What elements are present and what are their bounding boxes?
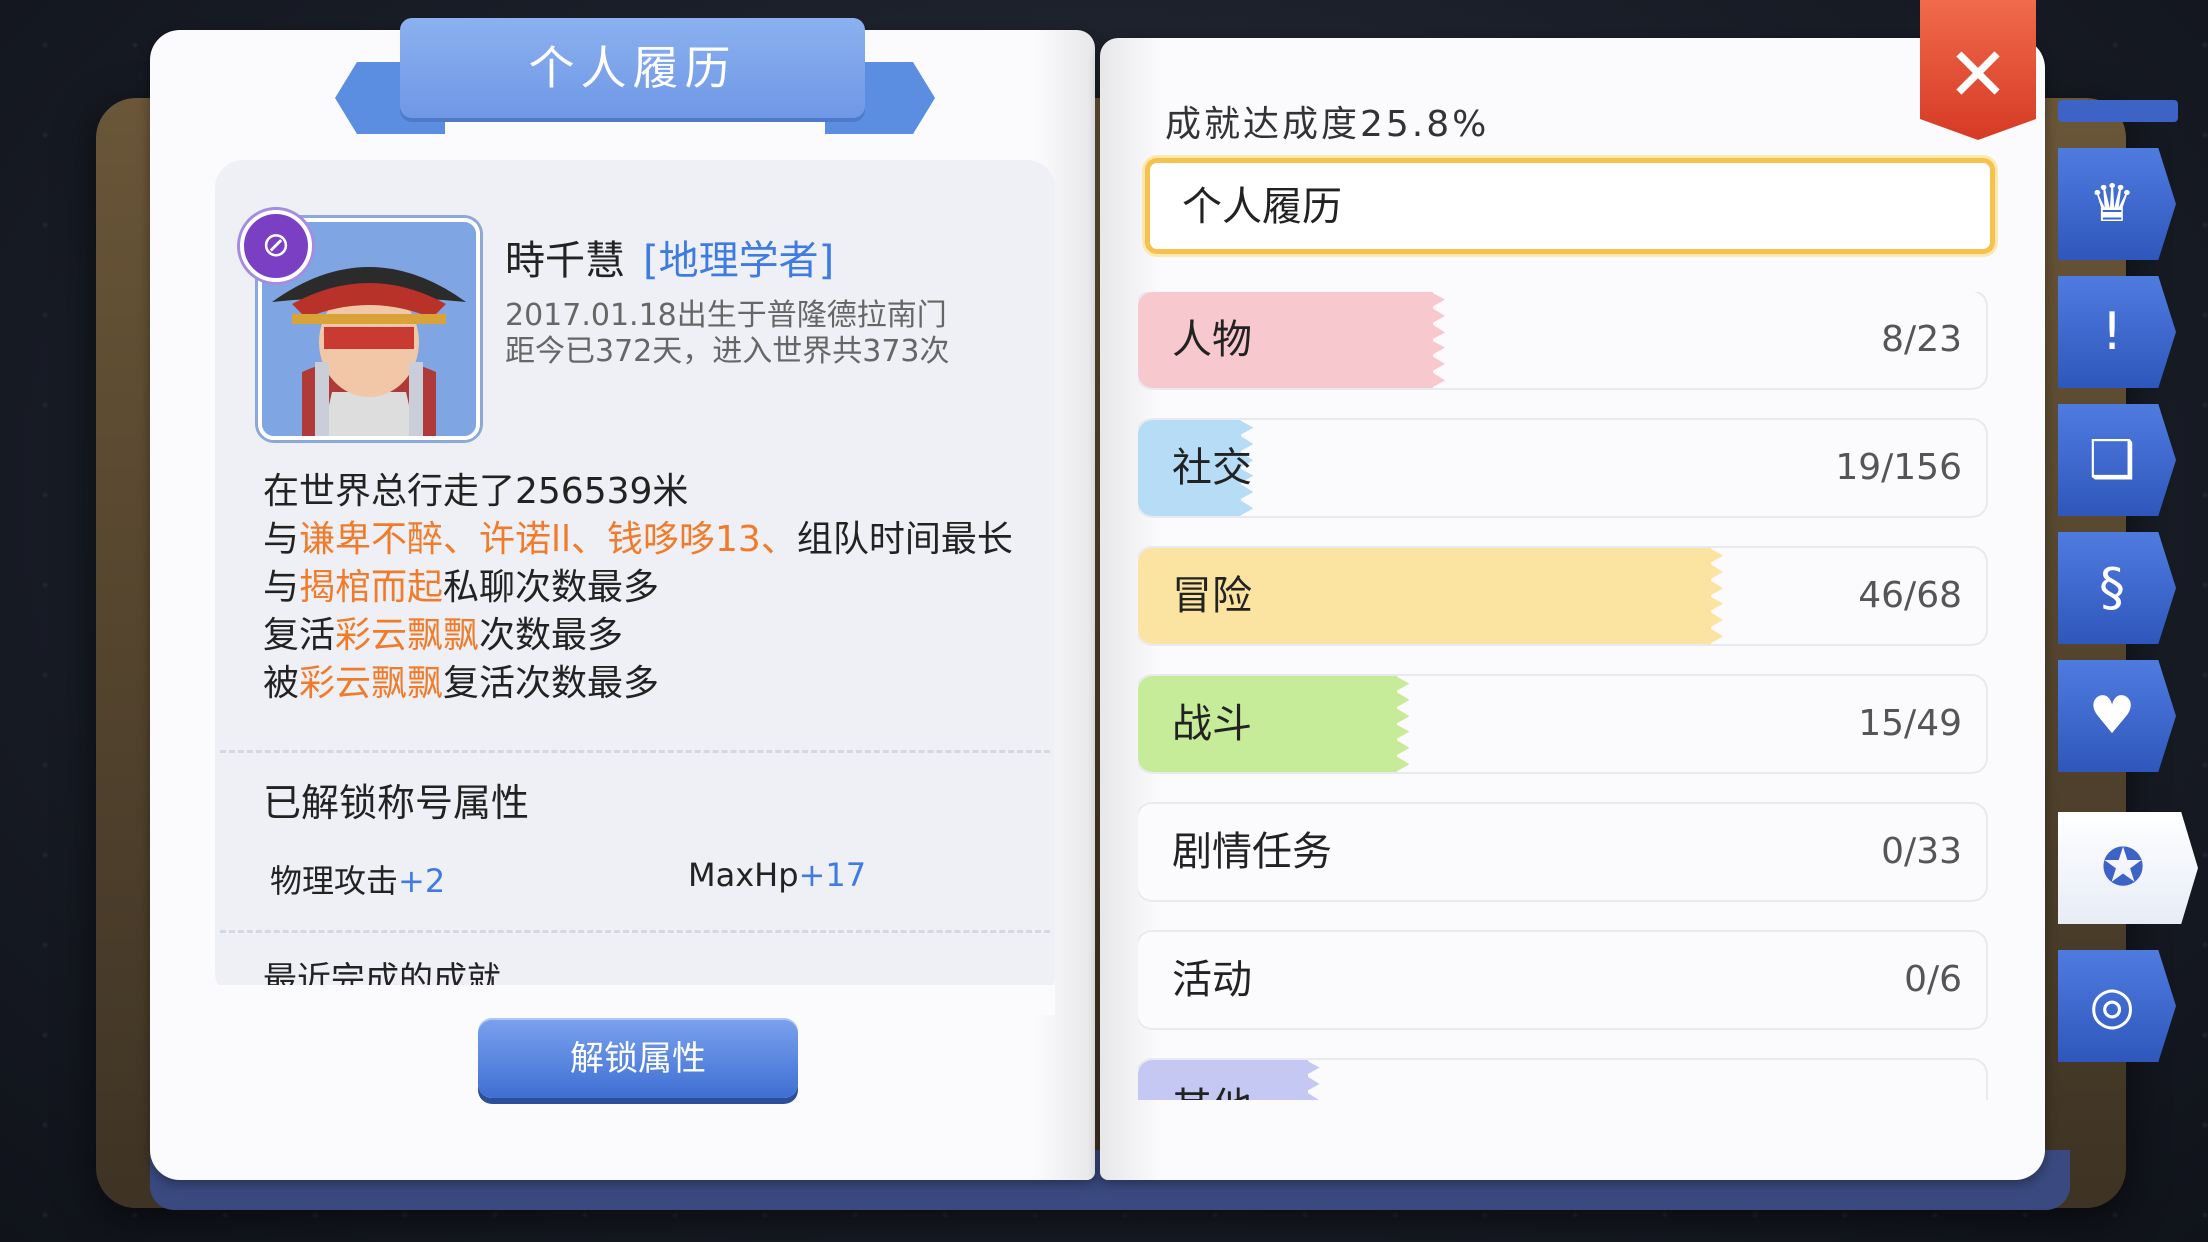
walk-distance: 在世界总行走了256539米 (263, 471, 689, 512)
revive-stat: 复活彩云飘飘次数最多 (263, 612, 1013, 660)
attr-name: 物理攻击 (270, 862, 399, 900)
attr-name: MaxHp (688, 856, 799, 894)
close-icon: ✕ (1946, 32, 2009, 118)
revive-name[interactable]: 彩云飘飘 (335, 615, 479, 656)
chat-suffix: 私聊次数最多 (443, 567, 660, 608)
category-label: 剧情任务 (1172, 829, 1332, 875)
category-count: 0/6 (1904, 959, 1962, 1000)
team-names[interactable]: 谦卑不醉、许诺ll、钱哆哆13、 (299, 519, 797, 560)
side-tab-chef[interactable]: ♛ (2058, 148, 2176, 260)
category-label: 战斗 (1172, 701, 1252, 747)
briefcase-heart-icon: ♥ (2088, 686, 2136, 746)
close-button[interactable]: ✕ (1920, 0, 2036, 140)
chef-hat-icon: ♛ (2088, 174, 2136, 234)
category-row-story[interactable]: 剧情任务 0/33 (1138, 804, 1986, 900)
category-count: 46/68 (1858, 575, 1962, 616)
revived-name[interactable]: 彩云飘飘 (299, 663, 443, 704)
category-label: 活动 (1172, 957, 1252, 1003)
card-icon: § (2099, 558, 2125, 618)
achievement-rate: 成就达成度25.8% (1165, 104, 1490, 145)
character-name: 時千慧 (505, 238, 625, 284)
side-tab-alert[interactable]: ! (2058, 276, 2176, 388)
target-icon: ◎ (2089, 976, 2135, 1036)
open-book-icon: ❑ (2088, 430, 2136, 490)
revived-suffix: 复活次数最多 (443, 663, 660, 704)
category-label: 冒险 (1172, 573, 1252, 619)
character-job: [地理学者] (643, 238, 835, 284)
current-tab-selected[interactable]: 个人履历 (1145, 158, 1995, 254)
chat-prefix: 与 (263, 567, 300, 608)
category-row-other[interactable]: 其他 (1138, 1060, 1986, 1100)
page-title: 个人履历 (528, 41, 737, 95)
side-tab-briefcase[interactable]: ♥ (2058, 660, 2176, 772)
scroll-clip (215, 985, 1055, 1015)
revived-stat: 被彩云飘飘复活次数最多 (263, 660, 1013, 708)
category-list[interactable]: 人物 8/23 社交 19/156 冒险 46/68 战斗 15/49 剧情任务… (1138, 292, 1988, 1100)
revive-suffix: 次数最多 (479, 615, 624, 656)
category-label: 人物 (1172, 317, 1252, 363)
category-row-event[interactable]: 活动 0/6 (1138, 932, 1986, 1028)
birth-info: 2017.01.18出生于普隆德拉南门 (505, 298, 947, 333)
category-count: 15/49 (1858, 703, 1962, 744)
chat-stat: 与揭棺而起私聊次数最多 (263, 564, 1013, 612)
compass-emblem-icon: ⊘ (240, 210, 312, 282)
character-info: 2017.01.18出生于普隆德拉南门 距今已372天，进入世界共373次 (505, 298, 950, 370)
stats-list: 在世界总行走了256539米 与谦卑不醉、许诺ll、钱哆哆13、组队时间最长 与… (263, 468, 1013, 708)
attr-value: +2 (398, 862, 446, 900)
category-label: 其他 (1172, 1060, 1252, 1100)
side-tab-book[interactable]: ❑ (2058, 404, 2176, 516)
divider (220, 750, 1050, 753)
team-prefix: 与 (263, 519, 300, 560)
unlock-attributes-button[interactable]: 解锁属性 (478, 1018, 798, 1098)
attr-physical-attack: 物理攻击+2 (270, 856, 445, 902)
category-row-social[interactable]: 社交 19/156 (1138, 420, 1986, 516)
medal-icon: ✪ (2101, 838, 2145, 898)
team-suffix: 组队时间最长 (796, 519, 1013, 560)
alert-person-icon: ! (2101, 302, 2123, 362)
category-row-adventure[interactable]: 冒险 46/68 (1138, 548, 1986, 644)
divider (220, 930, 1050, 933)
page-title-ribbon: 个人履历 (400, 18, 865, 118)
side-tab-cap (2058, 100, 2178, 122)
side-tab-card[interactable]: § (2058, 532, 2176, 644)
revived-prefix: 被 (263, 663, 300, 704)
category-row-battle[interactable]: 战斗 15/49 (1138, 676, 1986, 772)
current-tab-label: 个人履历 (1182, 184, 1342, 230)
attr-maxhp: MaxHp+17 (688, 856, 866, 894)
chat-name[interactable]: 揭棺而起 (299, 567, 443, 608)
side-tab-medal[interactable]: ✪ (2058, 812, 2198, 924)
category-count: 0/33 (1881, 831, 1962, 872)
team-stat: 与谦卑不醉、许诺ll、钱哆哆13、组队时间最长 (263, 516, 1013, 564)
unlocked-title-heading: 已解锁称号属性 (263, 781, 530, 825)
attr-value: +17 (798, 856, 867, 894)
category-row-person[interactable]: 人物 8/23 (1138, 292, 1986, 388)
category-label: 社交 (1172, 445, 1252, 491)
character-name-row: 時千慧 [地理学者] (505, 228, 834, 286)
side-tab-target[interactable]: ◎ (2058, 950, 2176, 1062)
category-count: 8/23 (1881, 319, 1962, 360)
revive-prefix: 复活 (263, 615, 336, 656)
days-info: 距今已372天，进入世界共373次 (505, 334, 950, 369)
category-count: 19/156 (1835, 447, 1962, 488)
